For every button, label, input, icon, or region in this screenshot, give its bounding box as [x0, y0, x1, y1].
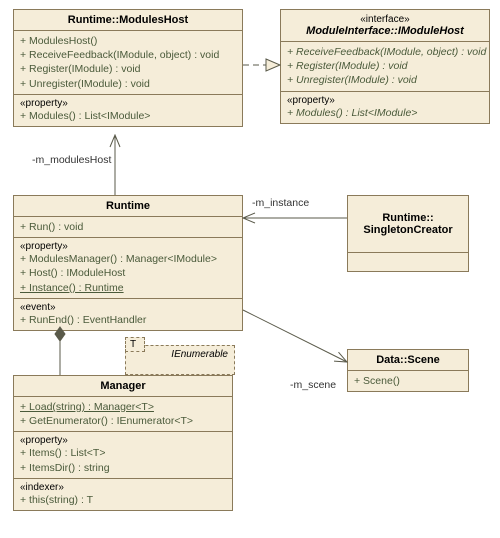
class-imodulehost: «interface» ModuleInterface::IModuleHost… — [280, 9, 490, 124]
stereo: «property» — [20, 435, 226, 446]
prop: + Modules() : List<IModule> — [20, 109, 236, 123]
properties: «property» + Items() : List<T> + ItemsDi… — [14, 432, 232, 478]
stereo: «property» — [287, 95, 483, 106]
label-m-instance: -m_instance — [252, 197, 309, 209]
op: + Unregister(IModule) : void — [287, 73, 483, 87]
operations: + Load(string) : Manager<T> + GetEnumera… — [14, 397, 232, 432]
stereo: «indexer» — [20, 482, 226, 493]
prop: + ModulesManager() : Manager<IModule> — [20, 252, 236, 266]
assoc-scene — [243, 310, 347, 362]
evt: + RunEnd() : EventHandler — [20, 313, 236, 327]
properties: «property» + ModulesManager() : Manager<… — [14, 238, 242, 299]
class-name: Data::Scene — [354, 354, 462, 366]
op-static: + Load(string) : Manager<T> — [20, 400, 226, 414]
class-name: Runtime — [20, 200, 236, 212]
stereo: «interface» — [287, 14, 483, 25]
operations: + ReceiveFeedback(IModule, object) : voi… — [281, 42, 489, 92]
prop: + ItemsDir() : string — [20, 461, 226, 475]
class-name: Manager — [20, 380, 226, 392]
prop-static: + Instance() : Runtime — [20, 281, 236, 295]
op: + GetEnumerator() : IEnumerator<T> — [20, 414, 226, 428]
operations: + Scene() — [348, 371, 468, 391]
ienumerable-label: IEnumerable — [171, 349, 228, 360]
stereo: «property» — [20, 241, 236, 252]
op: + Register(IModule) : void — [20, 62, 236, 76]
empty — [348, 253, 468, 271]
class-header: «interface» ModuleInterface::IModuleHost — [281, 10, 489, 42]
type-param: T — [125, 337, 145, 352]
class-singleton: Runtime:: SingletonCreator — [347, 195, 469, 272]
properties: «property» + Modules() : List<IModule> — [14, 95, 242, 126]
properties: «property» + Modules() : List<IModule> — [281, 92, 489, 123]
class-manager: Manager + Load(string) : Manager<T> + Ge… — [13, 375, 233, 511]
operations: + ModulesHost() + ReceiveFeedback(IModul… — [14, 31, 242, 95]
op: + Register(IModule) : void — [287, 59, 483, 73]
class-name: ModuleInterface::IModuleHost — [287, 25, 483, 37]
op: + Run() : void — [20, 220, 236, 234]
class-name: Runtime:: SingletonCreator — [354, 212, 462, 236]
class-header: Runtime — [14, 196, 242, 217]
class-modules-host: Runtime::ModulesHost + ModulesHost() + R… — [13, 9, 243, 127]
operations: + Run() : void — [14, 217, 242, 238]
class-scene: Data::Scene + Scene() — [347, 349, 469, 392]
prop: + Items() : List<T> — [20, 446, 226, 460]
stereo: «event» — [20, 302, 236, 313]
class-header: Data::Scene — [348, 350, 468, 371]
class-name: Runtime::ModulesHost — [20, 14, 236, 26]
class-header: Runtime:: SingletonCreator — [348, 196, 468, 253]
op: + ReceiveFeedback(IModule, object) : voi… — [287, 45, 483, 59]
op: + ModulesHost() — [20, 34, 236, 48]
class-header: Runtime::ModulesHost — [14, 10, 242, 31]
class-header: Manager — [14, 376, 232, 397]
label-m-modules-host: -m_modulesHost — [32, 154, 111, 166]
stereo: «property» — [20, 98, 236, 109]
indexers: «indexer» + this(string) : T — [14, 479, 232, 510]
op: + ReceiveFeedback(IModule, object) : voi… — [20, 48, 236, 62]
idx: + this(string) : T — [20, 493, 226, 507]
op: + Unregister(IModule) : void — [20, 77, 236, 91]
prop: + Modules() : List<IModule> — [287, 106, 483, 120]
label-m-scene: -m_scene — [290, 379, 336, 391]
class-runtime: Runtime + Run() : void «property» + Modu… — [13, 195, 243, 331]
events: «event» + RunEnd() : EventHandler — [14, 299, 242, 330]
op: + Scene() — [354, 374, 462, 388]
tparam-label: T — [130, 339, 136, 350]
prop: + Host() : IModuleHost — [20, 266, 236, 280]
